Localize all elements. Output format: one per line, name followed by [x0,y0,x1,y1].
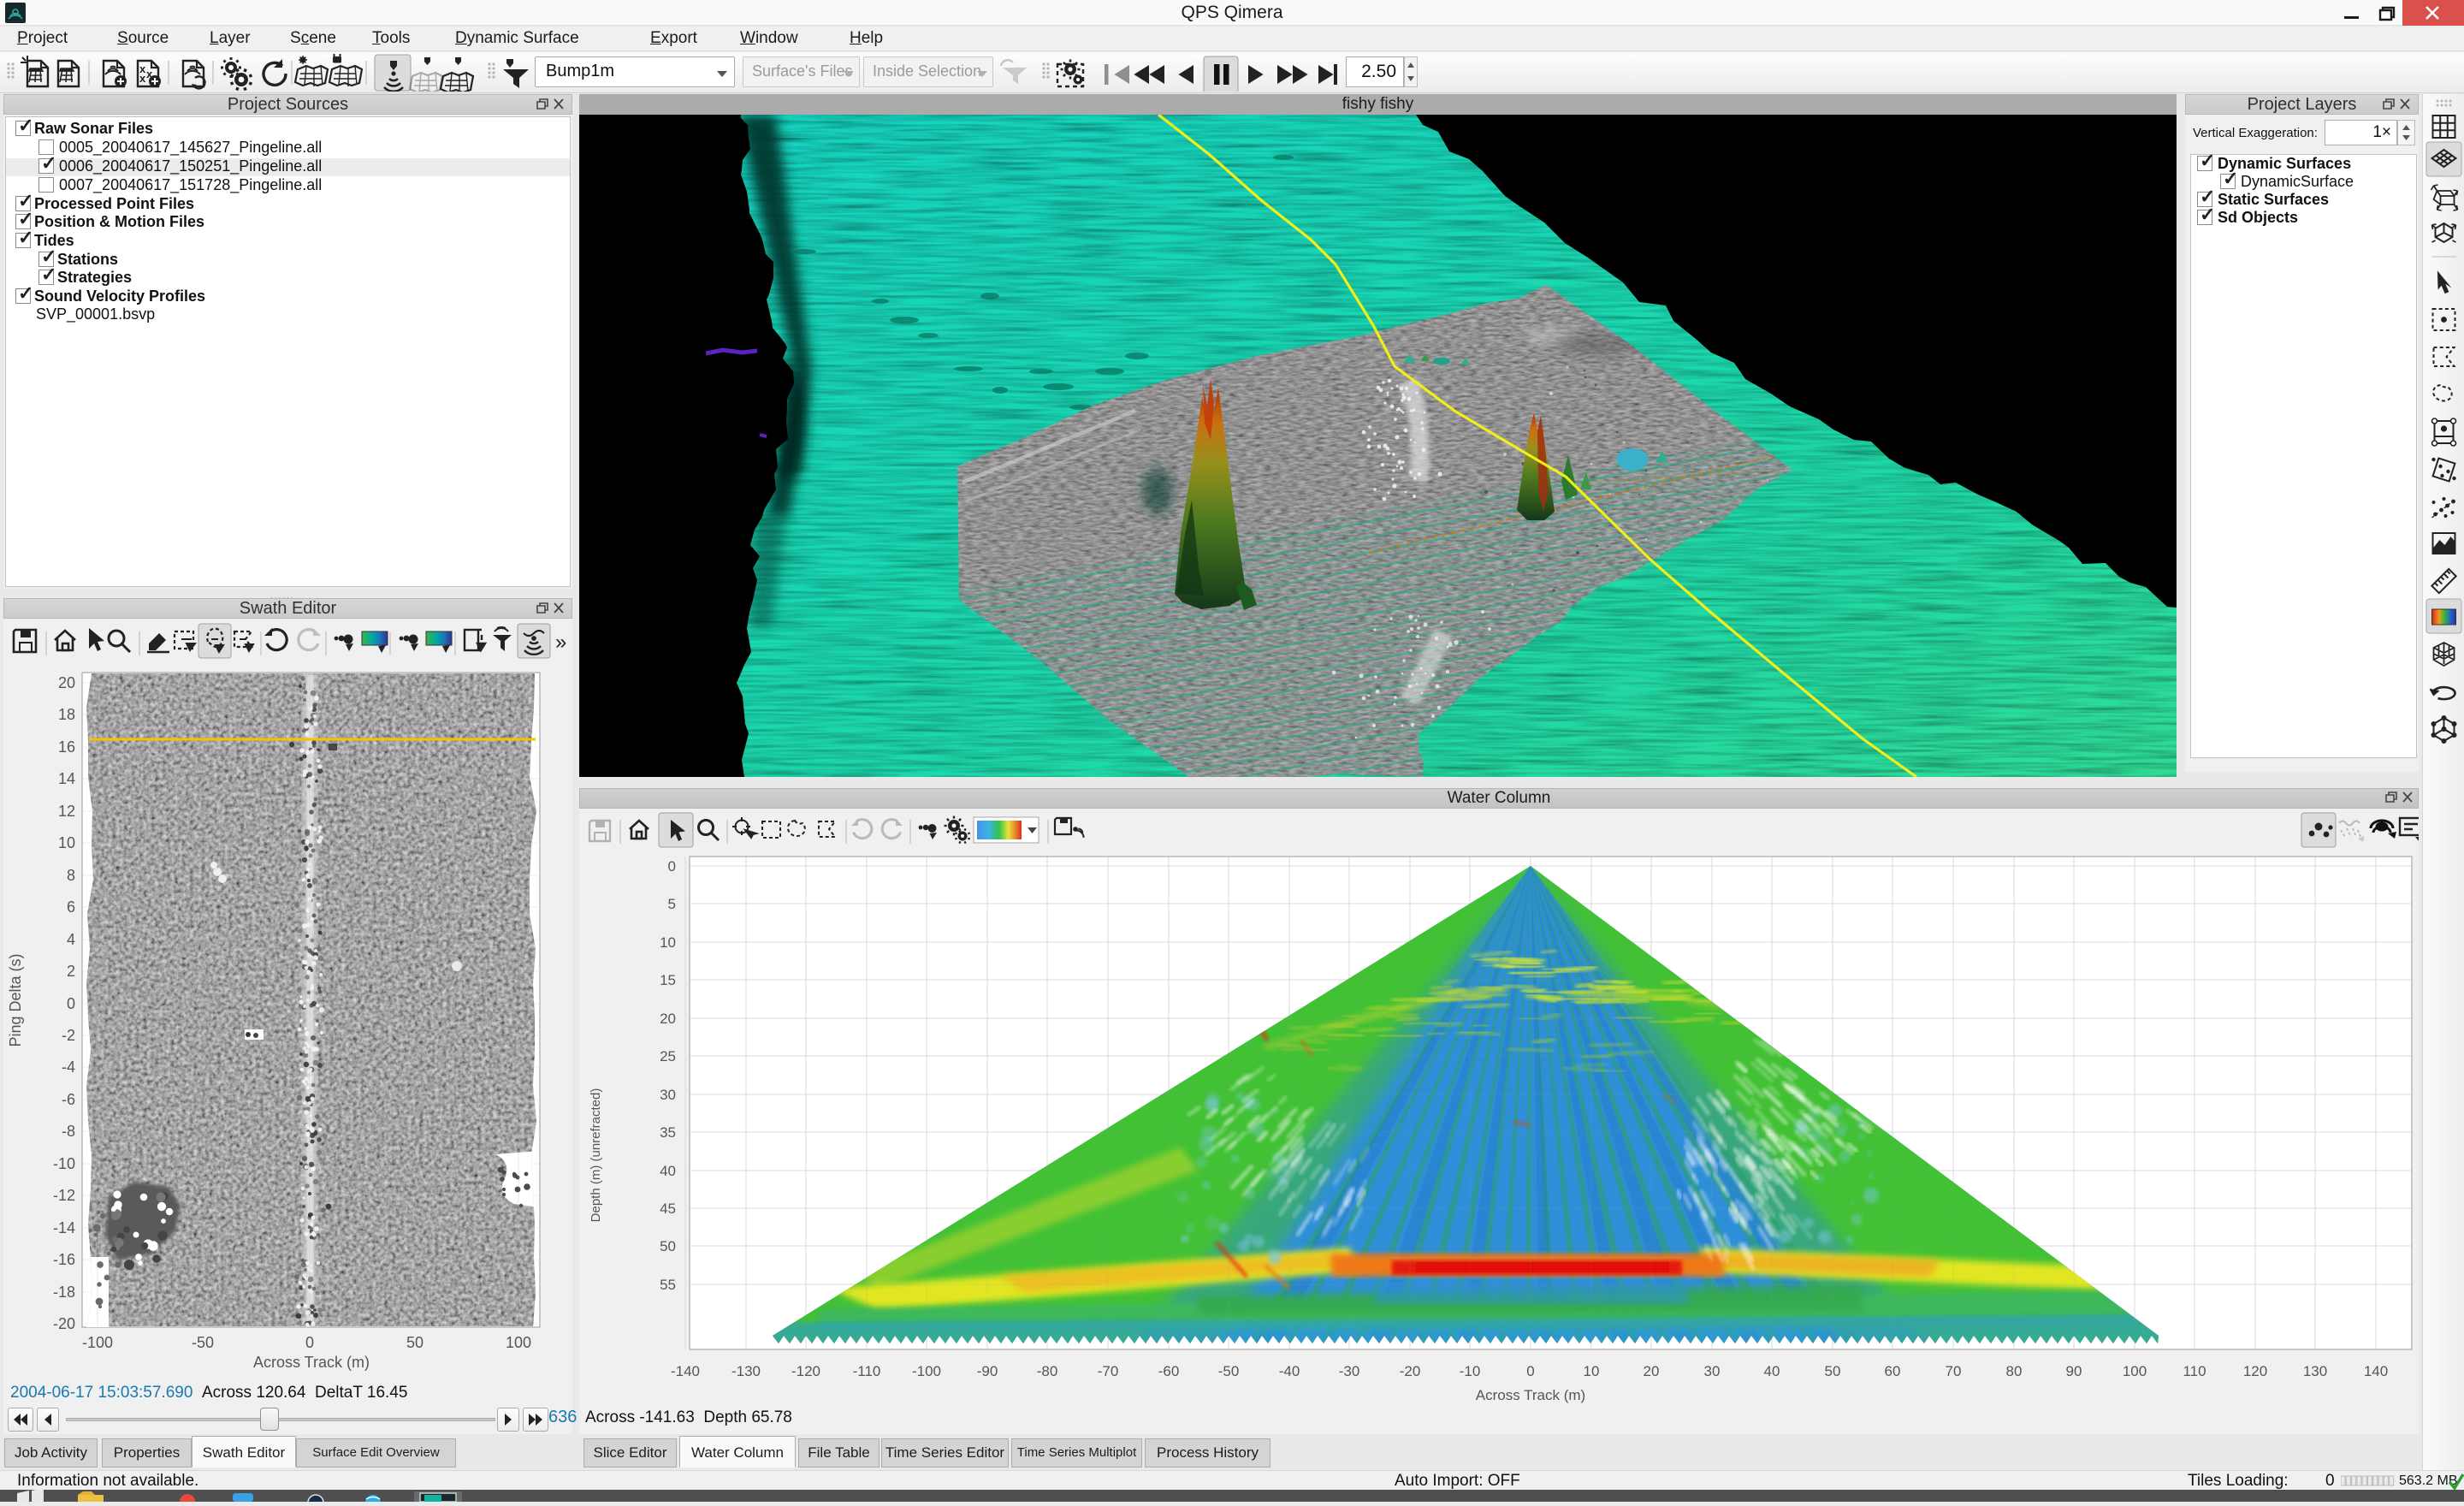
svg-text:130: 130 [2303,1363,2327,1379]
svg-text:45: 45 [660,1201,676,1217]
svg-text:Depth (m) (unrefracted): Depth (m) (unrefracted) [589,1088,603,1223]
svg-text:80: 80 [2006,1363,2023,1379]
svg-text:50: 50 [660,1238,676,1254]
svg-text:Across Track (m): Across Track (m) [1476,1387,1585,1403]
svg-text:20: 20 [660,1011,676,1027]
svg-text:-60: -60 [1158,1363,1180,1379]
svg-text:30: 30 [1704,1363,1721,1379]
svg-text:Ping Delta (s): Ping Delta (s) [7,953,24,1046]
svg-text:-120: -120 [791,1363,820,1379]
svg-text:2: 2 [67,963,75,980]
svg-text:-30: -30 [1339,1363,1360,1379]
svg-text:-110: -110 [853,1363,881,1379]
svg-text:0: 0 [668,858,676,875]
svg-text:-2: -2 [62,1027,75,1044]
svg-text:-4: -4 [62,1058,75,1076]
svg-text:-16: -16 [53,1251,75,1268]
svg-text:60: 60 [1885,1363,1901,1379]
svg-text:-10: -10 [53,1155,75,1172]
svg-text:-20: -20 [53,1315,75,1332]
svg-text:-100: -100 [912,1363,941,1379]
svg-text:-70: -70 [1098,1363,1119,1379]
svg-text:6: 6 [67,898,75,916]
svg-text:14: 14 [58,770,75,787]
svg-text:35: 35 [660,1124,676,1141]
svg-text:10: 10 [1584,1363,1600,1379]
svg-text:-50: -50 [1218,1363,1240,1379]
svg-text:x: x [139,72,146,85]
svg-text:-130: -130 [732,1363,761,1379]
svg-text:110: 110 [2183,1363,2206,1379]
svg-text:-40: -40 [1279,1363,1300,1379]
svg-text:-80: -80 [1037,1363,1058,1379]
svg-text:4: 4 [67,931,75,948]
svg-text:50: 50 [1825,1363,1841,1379]
svg-text:18: 18 [58,706,75,723]
svg-text:55: 55 [660,1277,676,1293]
svg-text:-12: -12 [53,1187,75,1204]
svg-text:12: 12 [58,803,75,820]
svg-text:30: 30 [660,1087,676,1103]
svg-text:-8: -8 [62,1123,75,1140]
svg-text:20: 20 [1644,1363,1660,1379]
svg-text:0: 0 [67,995,75,1012]
svg-text:40: 40 [1764,1363,1780,1379]
svg-text:140: 140 [2364,1363,2388,1379]
svg-text:25: 25 [660,1048,676,1064]
svg-text:70: 70 [1946,1363,1962,1379]
svg-text:Across Track (m): Across Track (m) [253,1354,370,1371]
svg-text:10: 10 [58,834,75,851]
svg-text:100: 100 [506,1334,531,1351]
svg-text:90: 90 [2066,1363,2082,1379]
svg-text:8: 8 [67,867,75,884]
svg-text:120: 120 [2243,1363,2267,1379]
svg-text:0: 0 [305,1334,314,1351]
svg-text:40: 40 [660,1163,676,1179]
svg-text:-100: -100 [82,1334,113,1351]
svg-text:-10: -10 [1460,1363,1481,1379]
svg-text:100: 100 [2123,1363,2147,1379]
svg-text:-20: -20 [1400,1363,1421,1379]
svg-text:-14: -14 [53,1219,75,1236]
svg-text:50: 50 [406,1334,424,1351]
svg-text:-18: -18 [53,1284,75,1301]
svg-text:-140: -140 [671,1363,700,1379]
svg-text:-6: -6 [62,1091,75,1108]
svg-text:-90: -90 [977,1363,998,1379]
svg-text:16: 16 [58,738,75,756]
svg-text:0: 0 [1526,1363,1534,1379]
svg-text:-50: -50 [192,1334,214,1351]
svg-text:15: 15 [660,972,676,988]
svg-text:20: 20 [58,674,75,691]
svg-text:10: 10 [660,934,676,951]
svg-text:5: 5 [668,896,676,912]
